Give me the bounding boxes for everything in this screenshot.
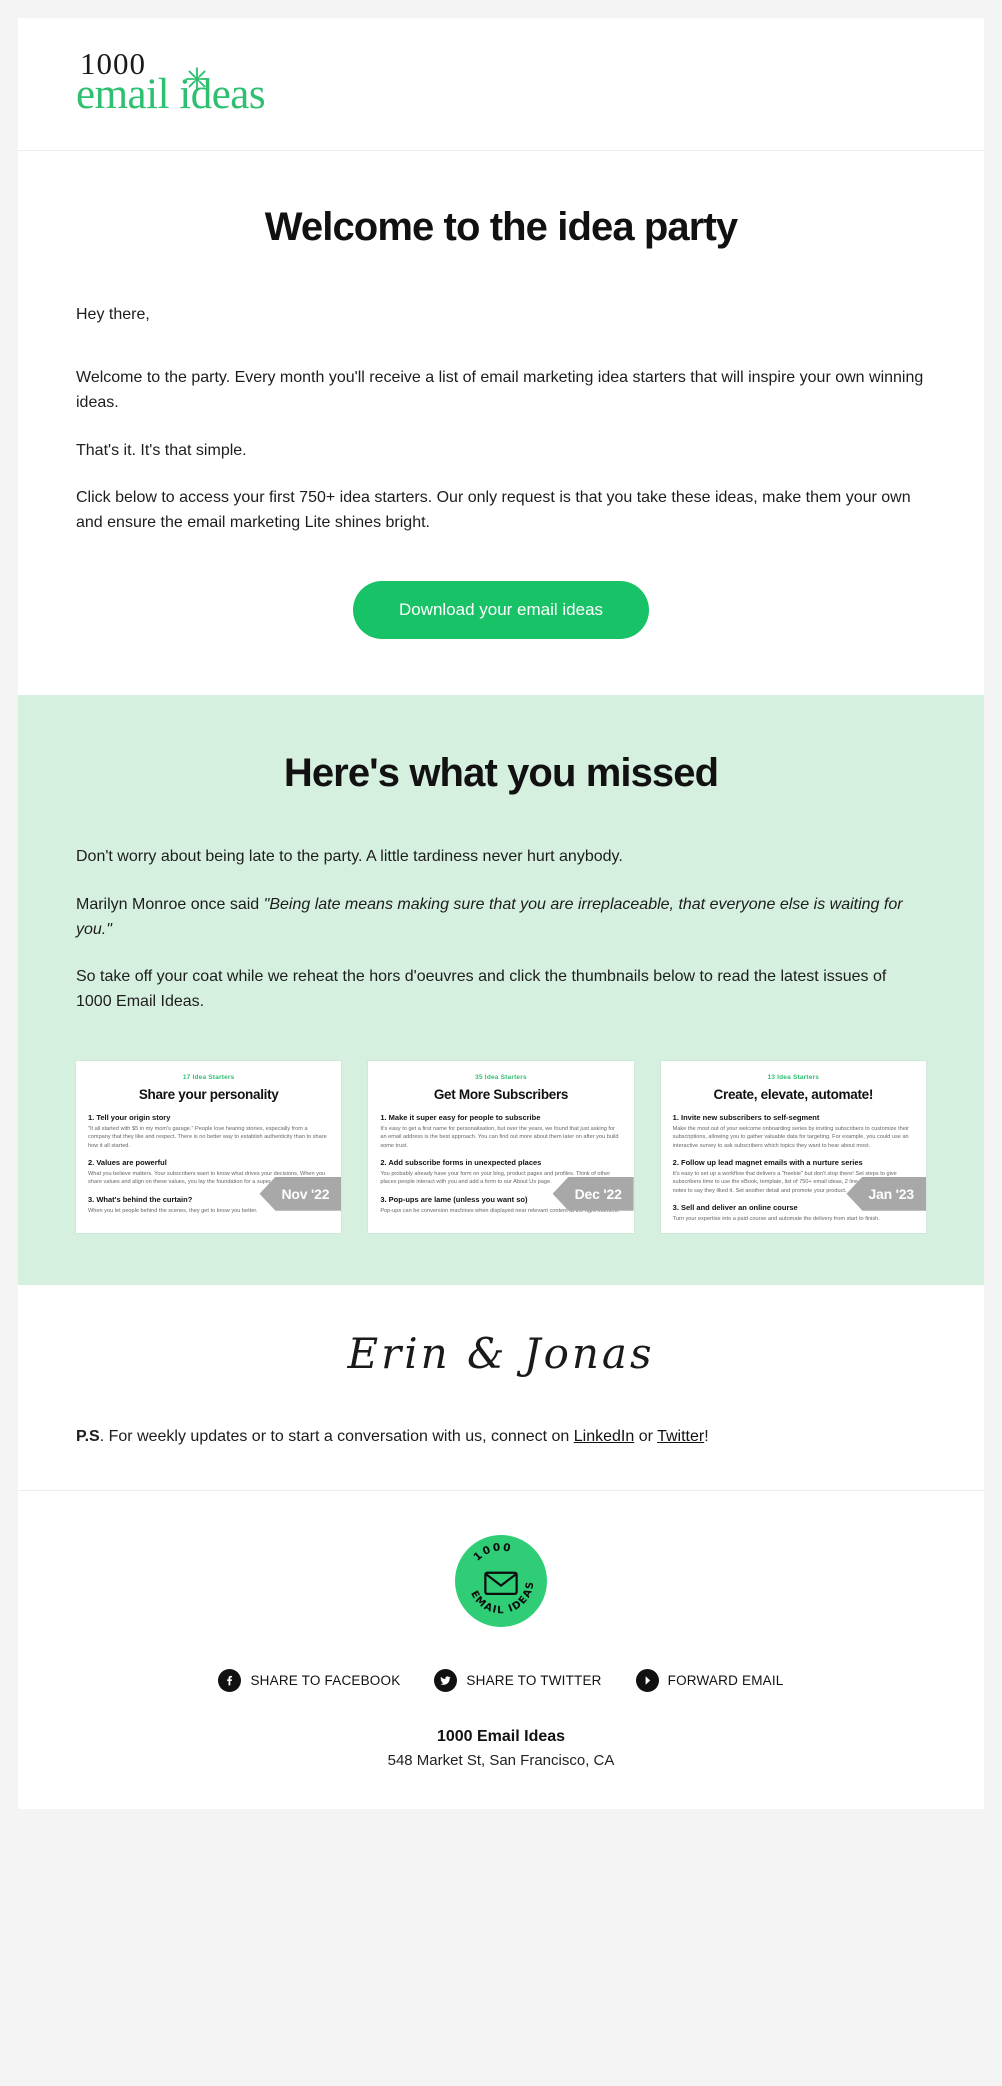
missed-title: Here's what you missed: [283, 751, 719, 796]
card-title: Share your personality: [138, 1086, 279, 1102]
forward-email-label: FORWARD EMAIL: [667, 1672, 784, 1688]
svg-text:1000: 1000: [471, 1541, 513, 1563]
email-body: 1000 email ideas Welcome to the idea par…: [18, 18, 984, 1809]
envelope-seal-icon: 1000 EMAIL IDEAS: [455, 1534, 547, 1627]
download-ideas-button[interactable]: Download your email ideas: [352, 581, 650, 640]
intro-paragraph-2: That's it. It's that simple.: [76, 441, 247, 459]
cta-container: Download your email ideas: [76, 581, 926, 640]
ps-paragraph: P.S. For weekly updates or to start a co…: [76, 1424, 926, 1450]
card-eyebrow: 17 Idea Starters: [182, 1073, 235, 1081]
card-eyebrow: 13 Idea Starters: [767, 1073, 820, 1081]
issue-card[interactable]: 13 Idea Starters Create, elevate, automa…: [660, 1060, 926, 1233]
issue-card[interactable]: 35 Idea Starters Get More Subscribers 1.…: [368, 1060, 634, 1233]
card-title: Create, elevate, automate!: [713, 1086, 874, 1102]
card-item: 1. Tell your origin story "It all starte…: [88, 1113, 329, 1150]
issue-date-badge: Dec '22: [552, 1176, 634, 1211]
linkedin-link[interactable]: LinkedIn: [574, 1428, 635, 1445]
greeting-text: Hey there,: [76, 305, 150, 323]
card-item: 1. Make it super easy for people to subs…: [380, 1113, 621, 1150]
intro-paragraph-1: Welcome to the party. Every month you'll…: [76, 369, 924, 412]
card-item: 1. Invite new subscribers to self-segmen…: [673, 1113, 914, 1150]
org-address: 548 Market St, San Francisco, CA: [387, 1751, 615, 1769]
issue-date-badge: Nov '22: [259, 1176, 342, 1211]
card-item-heading: 2. Follow up lead magnet emails with a n…: [672, 1157, 863, 1167]
signature-section: Erin & Jonas P.S. For weekly updates or …: [18, 1284, 984, 1491]
email-header: 1000 email ideas: [18, 18, 984, 151]
intro-section: Welcome to the idea party Hey there, Wel…: [18, 151, 984, 696]
forward-email-button[interactable]: FORWARD EMAIL: [635, 1668, 784, 1692]
ps-text-3: !: [704, 1427, 709, 1445]
missed-paragraph-3: So take off your coat while we reheat th…: [76, 968, 887, 1011]
missed-section: Here's what you missed Don't worry about…: [18, 695, 984, 1285]
org-name: 1000 Email Ideas: [436, 1727, 566, 1745]
email-footer: 1000 EMAIL IDEAS SHARE TO FACEBOOK SHARE…: [18, 1490, 984, 1809]
share-to-twitter-label: SHARE TO TWITTER: [466, 1672, 602, 1688]
page-title: Welcome to the idea party: [264, 205, 738, 249]
intro-paragraph-3: Click below to access your first 750+ id…: [76, 488, 911, 532]
card-item-heading: 1. Make it super easy for people to subs…: [380, 1112, 541, 1122]
share-to-facebook-label: SHARE TO FACEBOOK: [250, 1672, 401, 1688]
twitter-link[interactable]: Twitter: [657, 1428, 704, 1445]
twitter-icon: [434, 1668, 458, 1692]
ps-label: P.S: [76, 1427, 100, 1445]
ps-text-2: or: [634, 1427, 658, 1445]
ps-text-1: . For weekly updates or to start a conve…: [99, 1427, 574, 1445]
handwritten-signature: Erin & Jonas: [347, 1328, 655, 1378]
card-item-text: Turn your expertise into a paid course a…: [672, 1216, 880, 1223]
logo-bottom-text: email ideas: [76, 71, 266, 118]
card-item-heading: 1. Invite new subscribers to self-segmen…: [672, 1112, 820, 1122]
issue-thumbnails: 17 Idea Starters Share your personality …: [76, 1060, 926, 1233]
brand-logo[interactable]: 1000 email ideas: [76, 48, 266, 118]
share-to-twitter-button[interactable]: SHARE TO TWITTER: [434, 1668, 602, 1692]
email-page: 1000 email ideas Welcome to the idea par…: [0, 0, 1002, 2086]
card-item-text: "It all started with $5 in my mom's gara…: [88, 1125, 327, 1149]
social-share-row: SHARE TO FACEBOOK SHARE TO TWITTER FORWA…: [76, 1668, 926, 1692]
card-item-heading: 2. Values are powerful: [88, 1157, 167, 1167]
quote-lead-text: Marilyn Monroe once said: [76, 895, 264, 913]
issue-date-badge: Jan '23: [846, 1176, 926, 1211]
card-title: Get More Subscribers: [433, 1086, 569, 1102]
forward-arrow-icon: [635, 1668, 659, 1692]
card-item-text: Make the most out of your welcome onboar…: [672, 1125, 909, 1149]
issue-card[interactable]: 17 Idea Starters Share your personality …: [76, 1060, 342, 1233]
missed-paragraph-1: Don't worry about being late to the part…: [76, 848, 623, 866]
missed-quote-paragraph: Marilyn Monroe once said "Being late mea…: [76, 892, 926, 943]
facebook-icon: [218, 1668, 242, 1692]
card-item-heading: 1. Tell your origin story: [88, 1112, 171, 1122]
card-item-text: It's easy to get a first name for person…: [380, 1125, 619, 1149]
card-item-heading: 2. Add subscribe forms in unexpected pla…: [380, 1157, 542, 1167]
share-to-facebook-button[interactable]: SHARE TO FACEBOOK: [218, 1668, 401, 1692]
card-eyebrow: 35 Idea Starters: [475, 1073, 527, 1081]
sparkle-icon: [184, 66, 210, 92]
